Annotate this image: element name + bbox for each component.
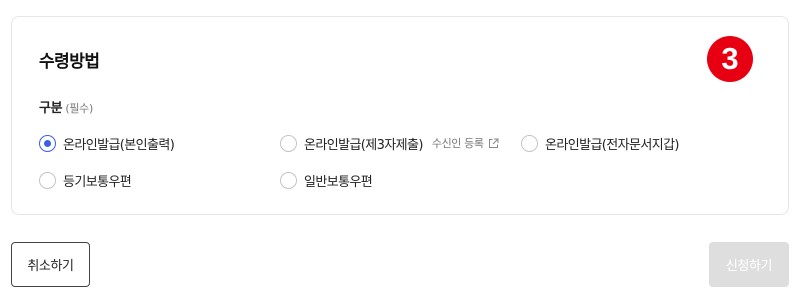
option-registered-mail[interactable]: 등기보통우편 — [39, 170, 132, 190]
radio-button[interactable] — [280, 134, 297, 152]
option-label: 온라인발급(제3자제출) — [304, 137, 423, 153]
option-online-self-print[interactable]: 온라인발급(본인출력) — [39, 133, 175, 153]
section-title: 수령방법 — [39, 52, 100, 72]
option-online-third-party[interactable]: 온라인발급(제3자제출) 수신인 등록 — [280, 133, 499, 153]
step-number-badge: 3 — [707, 36, 753, 82]
option-label: 일반보통우편 — [304, 174, 373, 190]
option-label: 온라인발급(본인출력) — [63, 137, 175, 153]
external-link-icon — [488, 138, 499, 148]
option-label: 등기보통우편 — [63, 174, 132, 190]
recipient-register-link[interactable]: 수신인 등록 — [432, 135, 499, 151]
radio-button[interactable] — [280, 171, 297, 189]
field-label: 구분 (필수) — [39, 97, 93, 116]
radio-button[interactable] — [521, 134, 538, 152]
receipt-method-card: 수령방법 3 구분 (필수) 온라인발급(본인출력) 온라인발급(제3자제출) 수… — [11, 16, 789, 215]
required-marker: (필수) — [65, 102, 93, 115]
submit-button[interactable]: 신청하기 — [709, 242, 789, 287]
link-label: 수신인 등록 — [431, 137, 484, 150]
cancel-button[interactable]: 취소하기 — [11, 242, 90, 287]
option-label: 온라인발급(전자문서지갑) — [545, 137, 680, 153]
radio-button[interactable] — [39, 171, 56, 189]
field-label-text: 구분 — [39, 101, 63, 116]
option-regular-mail[interactable]: 일반보통우편 — [280, 170, 373, 190]
option-online-e-wallet[interactable]: 온라인발급(전자문서지갑) — [521, 133, 680, 153]
radio-button[interactable] — [39, 134, 56, 152]
